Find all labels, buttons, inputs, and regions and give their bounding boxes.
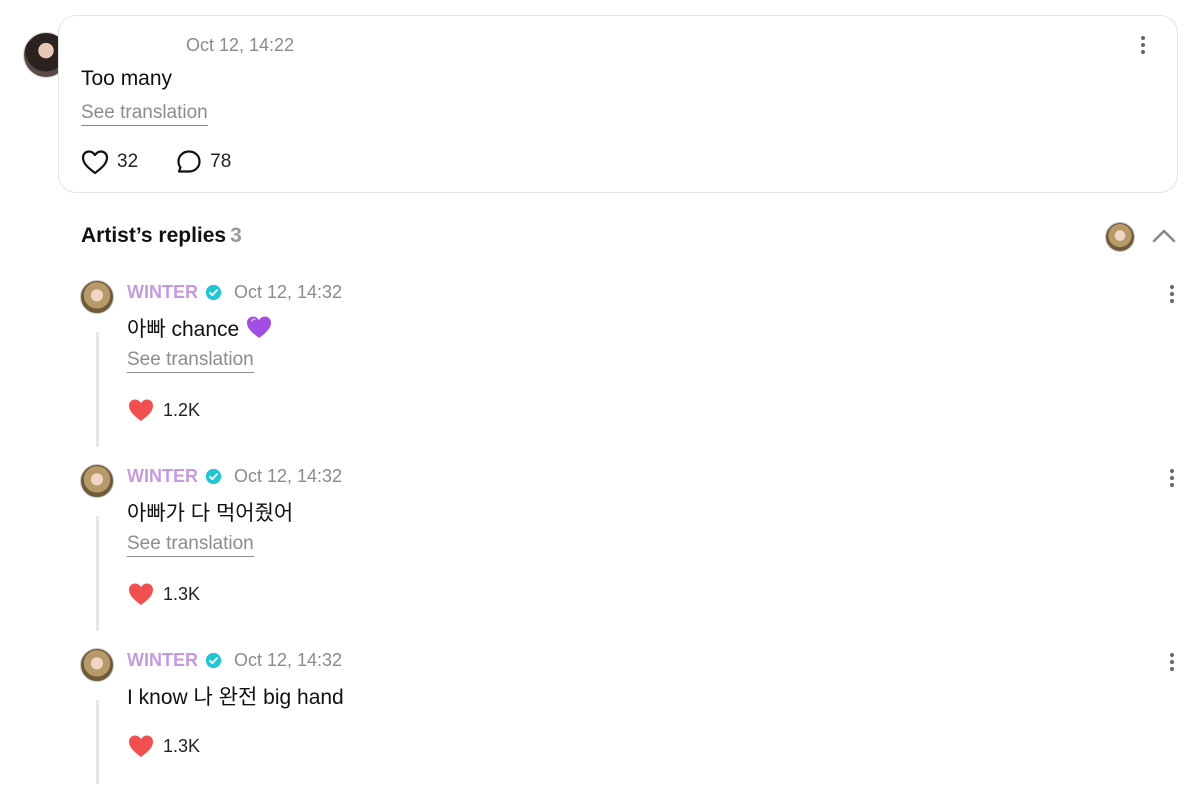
reply-item: WINTER Oct 12, 14:32 아빠가 다 먹어줬어 See tran… [80,464,1190,634]
post-timestamp: Oct 12, 14:22 [186,35,295,55]
reply-text: 아빠가 다 먹어줬어 [127,502,294,525]
like-count: 32 [117,151,139,172]
reply-like-count: 1.2K [163,399,201,420]
post-card: Oct 12, 14:22 Too many See translation 3… [58,15,1178,193]
heart-outline-icon [81,150,109,175]
heart-filled-icon [129,583,153,605]
reply-timestamp: Oct 12, 14:32 [234,650,343,670]
reply-more-options-icon[interactable] [1162,650,1182,674]
verified-badge-icon [205,284,222,301]
reply-text-content: 아빠 chance [127,318,240,341]
reply-more-options-icon[interactable] [1162,282,1182,306]
reply-text: 아빠 chance [127,313,273,343]
reply-author-name[interactable]: WINTER [127,650,198,671]
heart-filled-icon [129,735,153,757]
comment-bubble-icon [177,150,201,173]
purple-heart-icon [247,316,272,338]
comment-button[interactable]: 78 [176,149,231,175]
artist-replies-title: Artist’s replies [81,224,227,247]
verified-badge-icon [205,468,222,485]
reply-author-avatar[interactable] [80,464,114,498]
reply-text: I know 나 완전 big hand [127,686,344,709]
thread-line [96,516,99,631]
thread-line [96,700,99,784]
comment-count: 78 [210,151,232,172]
like-button[interactable]: 32 [81,149,138,175]
post-see-translation-link[interactable]: See translation [81,102,208,126]
reply-author-name[interactable]: WINTER [127,282,198,303]
reply-like-button[interactable]: 1.3K [127,733,200,759]
thread-line [96,332,99,447]
reply-more-options-icon[interactable] [1162,466,1182,490]
artist-avatar [1105,222,1135,252]
reply-item: WINTER Oct 12, 14:32 I know 나 완전 big han… [80,648,1190,788]
reply-see-translation-link[interactable]: See translation [127,533,254,557]
reply-item: WINTER Oct 12, 14:32 아빠 chance See trans… [80,280,1190,450]
reply-see-translation-link[interactable]: See translation [127,349,254,373]
reply-author-avatar[interactable] [80,280,114,314]
reply-like-count: 1.3K [163,735,201,756]
artist-replies-header: Artist’s replies 3 [81,224,242,248]
reply-like-count: 1.3K [163,583,201,604]
reply-timestamp: Oct 12, 14:32 [234,282,343,302]
verified-badge-icon [205,652,222,669]
reply-like-button[interactable]: 1.2K [127,397,200,423]
post-text: Too many [81,67,173,90]
artist-replies-count: 3 [230,224,242,247]
post-actions: 32 78 [81,149,231,175]
heart-filled-icon [129,399,153,421]
chevron-up-icon[interactable] [1150,224,1178,248]
reply-timestamp: Oct 12, 14:32 [234,466,343,486]
reply-author-avatar[interactable] [80,648,114,682]
post-more-options-icon[interactable] [1133,33,1153,57]
reply-author-name[interactable]: WINTER [127,466,198,487]
reply-like-button[interactable]: 1.3K [127,581,200,607]
